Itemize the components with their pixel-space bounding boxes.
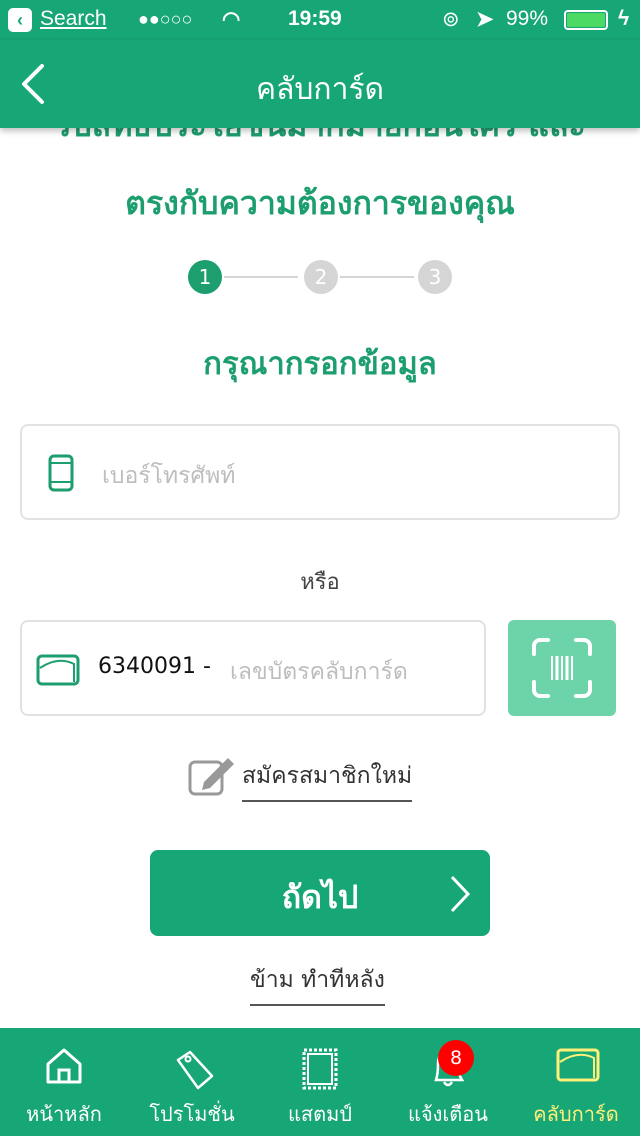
phone-input[interactable]: เบอร์โทรศัพท์ — [20, 424, 620, 520]
tab-label: คลับการ์ด — [533, 1102, 619, 1126]
tab-home[interactable]: หน้าหลัก — [0, 1028, 128, 1136]
form-heading: กรุณากรอกข้อมูล — [203, 346, 437, 382]
tab-notification[interactable]: 8 แจ้งเตือน — [384, 1028, 512, 1136]
signal-indicator: ●●○○○ — [138, 9, 193, 29]
wifi-icon: ◠ — [222, 8, 241, 31]
home-icon — [46, 1048, 82, 1084]
card-icon — [556, 1048, 600, 1082]
chevron-right-icon — [450, 875, 471, 913]
next-label: ถัดไป — [281, 878, 359, 916]
next-button[interactable]: ถัดไป — [150, 850, 490, 936]
register-label: สมัครสมาชิกใหม่ — [242, 758, 413, 802]
card-prefix: 6340091 - — [98, 654, 211, 679]
step-connector — [224, 276, 298, 278]
or-label: หรือ — [300, 570, 340, 595]
step-indicator: 1 2 3 — [188, 260, 453, 294]
card-placeholder: เลขบัตรคลับการ์ด — [230, 659, 408, 685]
back-app-link[interactable]: Search — [40, 7, 107, 31]
skip-link[interactable]: ข้าม ทำทีหลัง — [250, 962, 385, 1006]
location-icon: ➤ — [476, 8, 494, 31]
page-title: คลับการ์ด — [255, 72, 385, 107]
back-app-icon[interactable]: ‹ — [8, 8, 32, 32]
status-bar: ‹ Search ●●○○○ ◠ 19:59 ⊚ ➤ 99% ϟ — [0, 0, 640, 40]
step-1: 1 — [188, 260, 222, 294]
tab-promotion[interactable]: โปรโมชั่น — [128, 1028, 256, 1136]
intro-line-2: ตรงกับความต้องการของคุณ — [125, 184, 515, 222]
edit-icon — [188, 758, 234, 796]
rotation-lock-icon: ⊚ — [442, 8, 460, 31]
tag-icon — [176, 1050, 214, 1090]
tab-stamp[interactable]: แสตมป์ — [256, 1028, 384, 1136]
tab-bar: หน้าหลัก โปรโมชั่น แสตมป์ 8 แจ้งเตือน คล… — [0, 1028, 640, 1136]
notification-badge: 8 — [438, 1040, 474, 1076]
clock: 19:59 — [288, 7, 342, 30]
tab-clubcard[interactable]: คลับการ์ด — [512, 1028, 640, 1136]
nav-bar: คลับการ์ด — [0, 40, 640, 128]
tab-label: แสตมป์ — [288, 1102, 352, 1126]
phone-icon — [48, 454, 74, 492]
phone-placeholder: เบอร์โทรศัพท์ — [102, 463, 236, 489]
stamp-icon — [302, 1048, 338, 1090]
barcode-scan-icon — [532, 638, 592, 698]
battery-percent: 99% — [506, 7, 549, 30]
step-connector — [340, 276, 414, 278]
card-icon — [36, 654, 80, 686]
barcode-scan-button[interactable] — [508, 620, 616, 716]
card-number-input[interactable]: 6340091 - เลขบัตรคลับการ์ด — [20, 620, 486, 716]
tab-label: หน้าหลัก — [26, 1102, 102, 1126]
step-3: 3 — [418, 260, 452, 294]
battery-icon — [564, 10, 608, 30]
charging-icon: ϟ — [618, 7, 630, 30]
step-2: 2 — [304, 260, 338, 294]
tab-label: โปรโมชั่น — [149, 1102, 235, 1126]
tab-label: แจ้งเตือน — [408, 1102, 488, 1126]
